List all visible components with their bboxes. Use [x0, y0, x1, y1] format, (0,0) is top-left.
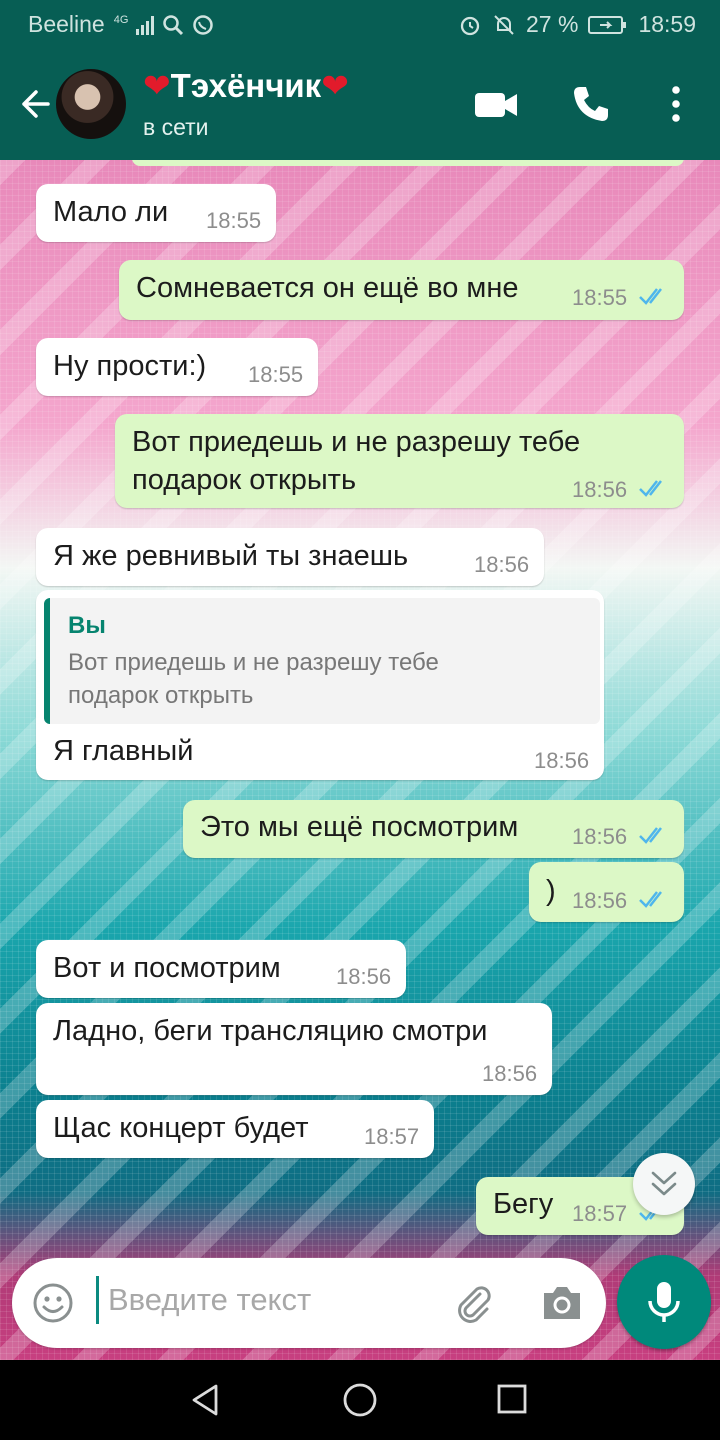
alarm-icon [460, 16, 480, 35]
message-time: 18:56 [572, 824, 628, 849]
message-text: Сомневается он ещё во мне [136, 272, 519, 304]
message-text: Вот и посмотрим [53, 952, 281, 984]
message-text: Мало ли [53, 196, 169, 228]
message-incoming[interactable]: Щас концерт будет 18:57 [36, 1100, 434, 1158]
status-left: Beeline 4G [28, 11, 214, 38]
quoted-message[interactable]: Вы Вот приедешь и не разрешу тебе подаро… [44, 598, 600, 724]
message-bubble-partial [132, 160, 684, 166]
battery-icon [588, 15, 627, 34]
search-status-icon [163, 14, 184, 35]
nav-home-icon[interactable] [341, 1381, 379, 1419]
network-indicator: 4G [113, 11, 129, 38]
chat-area[interactable]: Мало ли 18:55 Сомневается он ещё во мне … [0, 160, 720, 1360]
avatar[interactable] [56, 69, 126, 139]
scroll-down-button[interactable] [633, 1153, 695, 1215]
message-composer[interactable]: Введите текст [12, 1258, 606, 1348]
signal-icon [136, 15, 155, 35]
message-time: 18:56 [482, 1061, 538, 1086]
quote-author: Вы [68, 612, 106, 639]
message-outgoing[interactable]: Вот приедешь и не разрешу тебе подарок о… [115, 414, 684, 508]
message-time: 18:56 [572, 477, 628, 502]
mic-button[interactable] [617, 1255, 711, 1349]
message-text: ) [546, 875, 556, 907]
message-incoming[interactable]: Я же ревнивый ты знаешь 18:56 [36, 528, 544, 586]
message-text-line2: подарок открыть [132, 464, 357, 496]
message-incoming[interactable]: Мало ли 18:55 [36, 184, 276, 242]
quote-text-line2: подарок открыть [68, 682, 254, 709]
text-cursor [96, 1276, 99, 1324]
heart-left-icon: ❤ [143, 67, 171, 104]
battery-percent: 27 % [526, 11, 579, 37]
mic-icon [648, 1282, 680, 1322]
message-outgoing[interactable]: ) 18:56 [529, 862, 684, 922]
message-text: Бегу [493, 1188, 554, 1220]
mute-bell-icon [494, 14, 514, 35]
contact-status: в сети [143, 114, 209, 140]
status-bar: Beeline 4G 27 % 18:59 [0, 0, 720, 48]
message-text: Это мы ещё посмотрим [200, 811, 519, 843]
message-time: 18:56 [534, 748, 590, 773]
message-time: 18:55 [248, 362, 304, 387]
nav-recents-icon[interactable] [495, 1382, 529, 1416]
message-input[interactable]: Введите текст [108, 1282, 311, 1318]
chat-header: ❤Тэхёнчик❤ в сети [0, 48, 720, 160]
message-outgoing[interactable]: Это мы ещё посмотрим 18:56 [183, 800, 684, 858]
phone-icon[interactable] [571, 84, 611, 124]
read-ticks-icon [639, 891, 662, 908]
message-text-line1: Вот приедешь и не разрешу тебе [132, 426, 581, 458]
video-call-icon[interactable] [474, 90, 518, 120]
message-text: Щас концерт будет [53, 1112, 309, 1144]
more-vert-icon[interactable] [666, 86, 686, 122]
message-outgoing[interactable]: Сомневается он ещё во мне 18:55 [119, 260, 684, 320]
message-time: 18:56 [336, 964, 392, 989]
message-text: Я главный [53, 735, 194, 767]
message-time: 18:56 [474, 552, 530, 577]
status-time: 18:59 [638, 11, 696, 37]
emoji-icon[interactable] [32, 1282, 74, 1324]
message-time: 18:55 [572, 285, 628, 310]
contact-name[interactable]: ❤Тэхёнчик❤ [143, 66, 349, 105]
message-text: Ладно, беги трансляцию смотри [53, 1015, 488, 1047]
attach-icon[interactable] [450, 1280, 496, 1326]
message-text: Ну прости:) [53, 350, 207, 382]
message-incoming[interactable]: Ладно, беги трансляцию смотри 18:56 [36, 1003, 552, 1095]
nav-back-icon[interactable] [188, 1382, 224, 1418]
read-ticks-icon [639, 288, 662, 305]
message-time: 18:57 [364, 1124, 420, 1149]
back-arrow-icon[interactable] [14, 84, 54, 124]
quote-text: Вот приедешь и не разрешу тебе подарок о… [68, 646, 588, 712]
carrier-label: Beeline [28, 11, 105, 37]
network-type: 4G [113, 14, 129, 27]
message-incoming-reply[interactable]: Вы Вот приедешь и не разрешу тебе подаро… [36, 590, 604, 780]
message-time: 18:55 [206, 208, 262, 233]
camera-icon[interactable] [540, 1283, 584, 1323]
message-time: 18:56 [572, 888, 628, 913]
read-ticks-icon [639, 480, 662, 497]
heart-right-icon: ❤ [321, 67, 349, 104]
status-right: 27 % 18:59 [458, 11, 696, 38]
read-ticks-icon [639, 827, 662, 844]
quote-text-line1: Вот приедешь и не разрешу тебе [68, 649, 439, 676]
whatsapp-status-icon [193, 14, 214, 35]
message-time: 18:57 [572, 1201, 628, 1226]
contact-name-text: Тэхёнчик [170, 67, 322, 104]
message-incoming[interactable]: Вот и посмотрим 18:56 [36, 940, 406, 998]
message-incoming[interactable]: Ну прости:) 18:55 [36, 338, 318, 396]
system-nav-bar [0, 1360, 720, 1440]
message-text: Я же ревнивый ты знаешь [53, 540, 409, 572]
scroll-down-icon [651, 1171, 677, 1196]
